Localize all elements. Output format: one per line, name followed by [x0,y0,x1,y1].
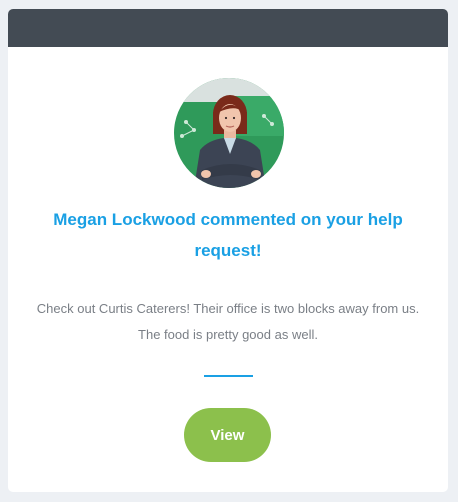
message-line-2: The food is pretty good as well. [138,327,318,342]
message-line-1: Check out Curtis Caterers! Their office … [36,301,420,316]
card-header [8,9,448,47]
notification-headline: Megan Lockwood commented on your help re… [53,210,403,260]
user-photo-icon [174,78,284,188]
view-button[interactable]: View [184,408,271,462]
avatar [174,78,284,188]
notification-card: Megan Lockwood commented on your help re… [8,9,448,492]
divider [204,375,253,377]
notification-message: Check out Curtis Caterers! Their office … [8,296,448,348]
